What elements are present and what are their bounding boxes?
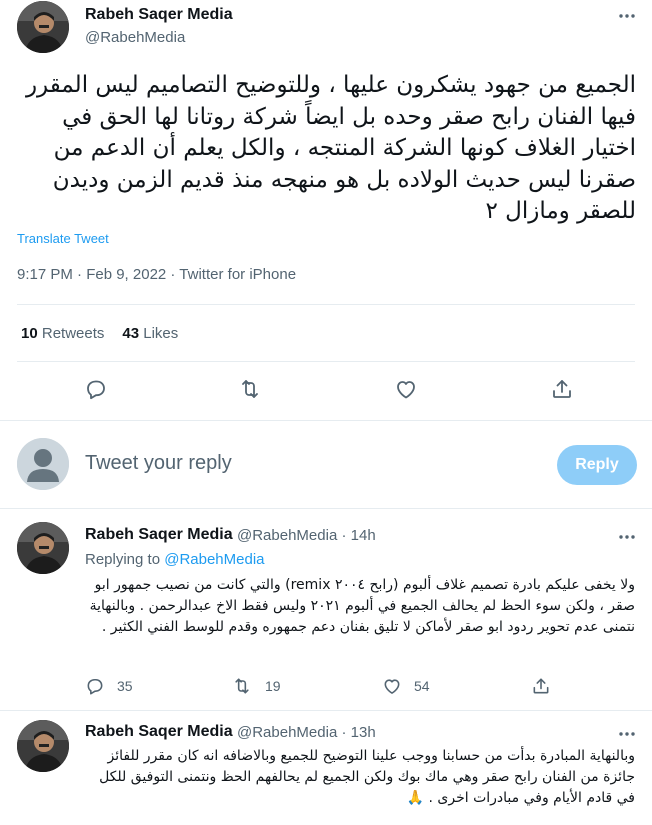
author-avatar[interactable] <box>17 1 69 53</box>
tweet-timestamp[interactable]: 9:17 PM · Feb 9, 2022 · Twitter for iPho… <box>17 266 296 283</box>
share-icon[interactable] <box>550 377 574 401</box>
author-name[interactable]: Rabeh Saqer Media <box>85 6 233 24</box>
divider <box>0 508 652 509</box>
like-icon[interactable] <box>382 676 402 696</box>
reply-author-name[interactable]: Rabeh Saqer Media <box>85 723 233 741</box>
retweet-icon[interactable] <box>232 676 252 696</box>
reply-text: وبالنهاية المبادرة بدأت من حسابنا ووجب ع… <box>99 748 635 806</box>
divider <box>0 710 652 711</box>
tweet-text: الجميع من جهود يشكرون عليها ، وللتوضيح ا… <box>25 72 636 224</box>
reply-input[interactable]: Tweet your reply <box>85 452 232 475</box>
more-icon[interactable] <box>617 6 637 26</box>
reply-author-name[interactable]: Rabeh Saqer Media <box>85 526 233 544</box>
more-icon[interactable] <box>617 527 637 547</box>
retweet-icon[interactable] <box>238 377 262 401</box>
reply-icon[interactable] <box>84 377 108 401</box>
reply-text: ولا يخفى عليكم بادرة تصميم غلاف ألبوم (ر… <box>89 577 635 635</box>
retweets-count: 10 <box>21 325 38 342</box>
reply-author-avatar[interactable] <box>17 720 69 772</box>
engagement-stats: 10 Retweets 43 Likes <box>21 325 178 342</box>
reply-time[interactable]: · 13h <box>341 724 375 741</box>
translate-tweet-link[interactable]: Translate Tweet <box>17 231 109 246</box>
likes-count: 43 <box>122 325 140 342</box>
reply-count: 35 <box>117 678 133 694</box>
retweet-count: 19 <box>265 678 281 694</box>
author-handle[interactable]: @RabehMedia <box>85 29 185 46</box>
likes-stat[interactable]: 43 Likes <box>122 325 178 342</box>
likes-label: Likes <box>143 325 179 342</box>
default-avatar-icon <box>17 438 69 490</box>
divider <box>0 420 652 421</box>
reply-time[interactable]: · 14h <box>341 527 375 544</box>
reply-icon[interactable] <box>85 676 105 696</box>
divider <box>17 304 635 305</box>
share-icon[interactable] <box>531 676 551 696</box>
replying-to-link[interactable]: @RabehMedia <box>164 551 264 568</box>
more-icon[interactable] <box>617 724 637 744</box>
retweets-stat[interactable]: 10 Retweets <box>21 325 104 342</box>
user-avatar[interactable] <box>17 438 69 490</box>
reply-author-avatar[interactable] <box>17 522 69 574</box>
retweets-label: Retweets <box>41 325 105 342</box>
divider <box>17 361 635 362</box>
replying-to: Replying to @RabehMedia <box>85 551 265 568</box>
like-icon[interactable] <box>394 377 418 401</box>
reply-author-handle: @RabehMedia · 14h <box>237 527 376 544</box>
reply-handle[interactable]: @RabehMedia <box>237 724 337 741</box>
replying-prefix: Replying to <box>85 551 161 568</box>
like-count: 54 <box>414 678 430 694</box>
reply-button[interactable]: Reply <box>557 445 637 485</box>
reply-author-handle: @RabehMedia · 13h <box>237 724 376 741</box>
reply-handle[interactable]: @RabehMedia <box>237 527 337 544</box>
